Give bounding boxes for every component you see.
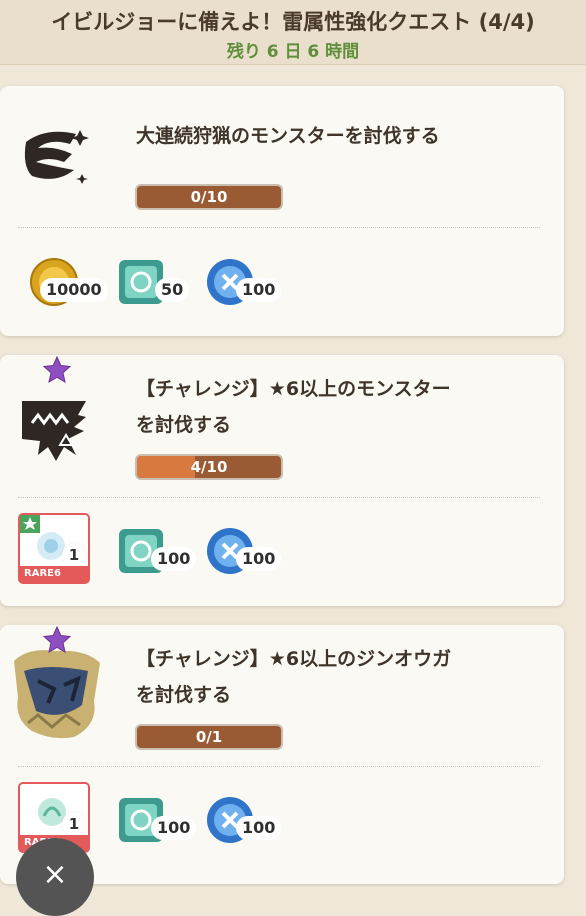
progress-bar: 4/10	[135, 454, 283, 480]
monster-jaw-icon	[22, 401, 86, 461]
reward-item[interactable]: 100	[204, 256, 282, 305]
reward-quantity: 50	[155, 278, 190, 302]
zinogre-portrait-icon	[14, 650, 100, 739]
quest-card[interactable]: 大連続狩猟のモンスターを討伐する 0/10 10000 50 100	[0, 86, 564, 336]
quest-header: イビルジョーに備えよ！雷属性強化クエスト (4/4) 残り 6 日 6 時間	[0, 0, 586, 65]
reward-quantity: 100	[236, 278, 282, 302]
divider	[18, 497, 540, 498]
divider	[18, 227, 540, 228]
consecutive-hunt-icon	[24, 130, 89, 184]
rarity-label: RARE6	[20, 566, 88, 582]
reward-quantity: 1	[62, 812, 86, 836]
progress-label: 4/10	[190, 458, 228, 476]
quest-description: 【チャレンジ】★6以上のジンオウガ を討伐する	[136, 648, 452, 706]
reward-item[interactable]: 100	[204, 794, 282, 843]
reward-item[interactable]: 100	[115, 794, 197, 842]
progress-label: 0/10	[190, 188, 228, 206]
reward-item[interactable]: 50	[115, 256, 191, 304]
reward-quantity: 1	[62, 543, 86, 567]
quest-description: 【チャレンジ】★6以上のモンスター を討伐する	[136, 378, 451, 436]
quest-card[interactable]: 【チャレンジ】★6以上のモンスター を討伐する 4/10 1 RARE6 100…	[0, 355, 564, 606]
progress-bar: 0/1	[135, 724, 283, 750]
reward-quantity: 100	[236, 816, 282, 840]
star-icon	[42, 625, 72, 654]
reward-item[interactable]: 100	[204, 525, 282, 574]
reward-quantity: 10000	[40, 278, 108, 302]
reward-item[interactable]: 100	[115, 525, 197, 573]
star-icon	[42, 355, 72, 384]
time-remaining: 残り 6 日 6 時間	[226, 42, 360, 62]
close-button[interactable]: ×	[16, 838, 94, 916]
reward-quantity: 100	[151, 816, 197, 840]
reward-item[interactable]: 1 RARE6	[18, 513, 90, 584]
progress-label: 0/1	[195, 728, 223, 746]
reward-quantity: 100	[236, 547, 282, 571]
quest-card[interactable]: 【チャレンジ】★6以上のジンオウガ を討伐する 0/1 1 RARE6 100 …	[0, 625, 564, 884]
quest-title: イビルジョーに備えよ！雷属性強化クエスト (4/4)	[51, 10, 535, 34]
reward-quantity: 100	[151, 547, 197, 571]
quest-description: 大連続狩猟のモンスターを討伐する	[136, 125, 440, 147]
progress-bar: 0/10	[135, 184, 283, 210]
reward-item[interactable]: 10000	[28, 256, 108, 306]
divider	[18, 766, 540, 767]
